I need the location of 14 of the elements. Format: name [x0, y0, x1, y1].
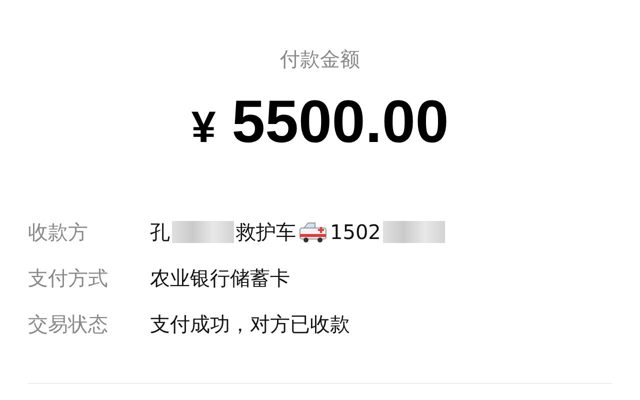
row-label: 收款方	[28, 219, 89, 246]
row-label: 支付方式	[28, 265, 109, 292]
currency-symbol: ¥	[191, 102, 216, 154]
amount-value: 5500.00	[232, 92, 449, 152]
redacted-blur	[382, 221, 445, 243]
payee-text: 1502	[330, 219, 381, 246]
redacted-blur	[172, 221, 234, 243]
payee-text: 孔	[150, 219, 170, 246]
ambulance-icon	[298, 220, 328, 244]
row-label: 交易状态	[28, 311, 109, 338]
payee-text: 救护车	[236, 219, 296, 246]
payee-text: 支付成功，对方已收款	[150, 311, 350, 338]
payee-text: 农业银行储蓄卡	[150, 265, 290, 292]
payment-amount-title: 付款金额	[279, 46, 361, 73]
